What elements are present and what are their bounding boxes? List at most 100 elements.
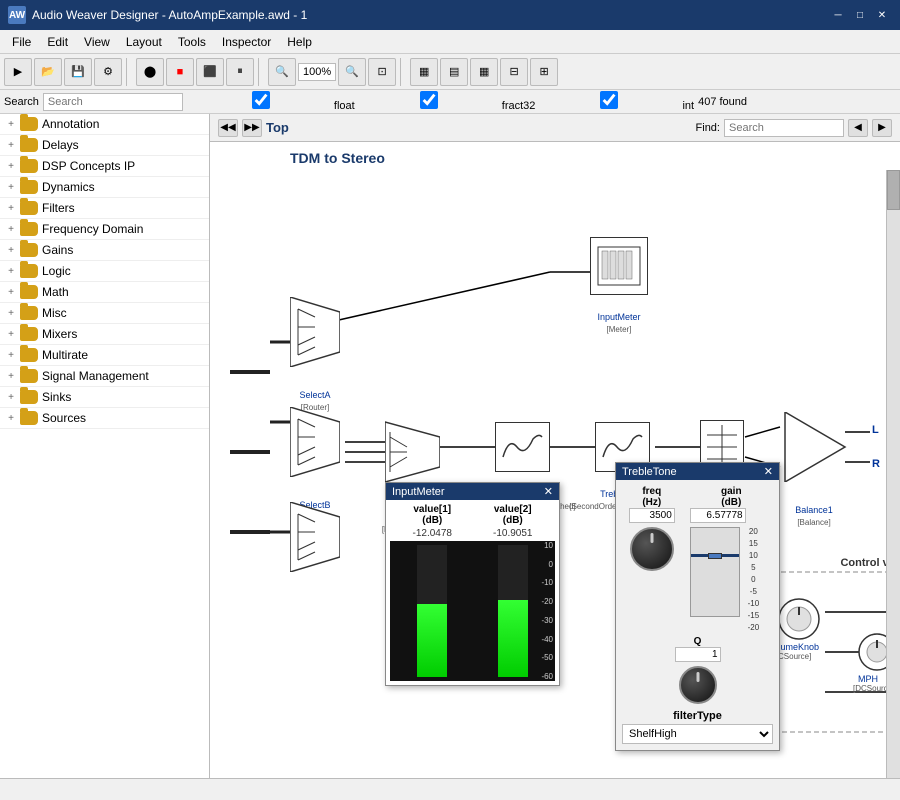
layout3-button[interactable]: ▦ xyxy=(470,58,498,86)
minimize-button[interactable]: ─ xyxy=(828,6,848,24)
stop-button[interactable]: ■ xyxy=(166,58,194,86)
expand-icon: + xyxy=(4,348,18,362)
item-label: Logic xyxy=(42,264,71,278)
inputmeter-block[interactable]: InputMeter [Meter] xyxy=(590,237,648,295)
int-checkbox-label[interactable]: int xyxy=(539,91,694,112)
nav-back-button[interactable]: ◀◀ xyxy=(218,119,238,137)
tree-item-filters[interactable]: + Filters xyxy=(0,198,209,219)
menu-inspector[interactable]: Inspector xyxy=(214,33,279,51)
tt-freq-knob[interactable] xyxy=(630,527,674,571)
zoom-in-button[interactable]: 🔍 xyxy=(268,58,296,86)
tt-freq-input[interactable] xyxy=(629,508,675,523)
layout2-button[interactable]: ▤ xyxy=(440,58,468,86)
selecta-block[interactable]: SelectA [Router] xyxy=(290,297,340,372)
right-panel: ◀◀ ▶▶ Top Find: ◀ ▶ TDM to Stereo xyxy=(210,114,900,778)
tree-item-sources[interactable]: + Sources xyxy=(0,408,209,429)
tree-item-freq-domain[interactable]: + Frequency Domain xyxy=(0,219,209,240)
tree-item-multirate[interactable]: + Multirate xyxy=(0,345,209,366)
find-prev-button[interactable]: ◀ xyxy=(848,119,868,137)
tree-item-signal-mgmt[interactable]: + Signal Management xyxy=(0,366,209,387)
find-next-button[interactable]: ▶ xyxy=(872,119,892,137)
tree-item-logic[interactable]: + Logic xyxy=(0,261,209,282)
int-checkbox[interactable] xyxy=(539,91,679,109)
tt-gain-visual: 20 15 10 5 0 -5 -10 -15 -20 xyxy=(690,527,773,632)
connect-button[interactable]: ⬤ xyxy=(136,58,164,86)
zoom-fit-button[interactable]: ⊡ xyxy=(368,58,396,86)
build-button[interactable]: ⚙ xyxy=(94,58,122,86)
item-label: Sinks xyxy=(42,390,71,404)
inputselect-block[interactable]: InputSelect [MultiplexorFade] xyxy=(385,417,440,492)
folder-icon xyxy=(20,159,38,173)
expand-icon: + xyxy=(4,222,18,236)
pause-button[interactable]: ⏸ xyxy=(226,58,254,86)
balance1-block[interactable]: Balance1 [Balance] xyxy=(780,412,848,487)
fract32-checkbox[interactable] xyxy=(359,91,499,109)
inputmeter-window[interactable]: InputMeter ✕ value[1](dB) value[2](dB) -… xyxy=(385,482,560,686)
layout5-button[interactable]: ⊞ xyxy=(530,58,558,86)
selectb-block[interactable]: SelectB [Router] xyxy=(290,407,340,482)
layout-button[interactable]: ▦ xyxy=(410,58,438,86)
folder-icon xyxy=(20,411,38,425)
tree-item-mixers[interactable]: + Mixers xyxy=(0,324,209,345)
volume-knob[interactable] xyxy=(777,597,821,641)
close-button[interactable]: ✕ xyxy=(872,6,892,24)
nav-forward-button[interactable]: ▶▶ xyxy=(242,119,262,137)
tree-item-delays[interactable]: + Delays xyxy=(0,135,209,156)
canvas[interactable]: TDM to Stereo xyxy=(210,142,900,778)
find-input[interactable] xyxy=(724,119,844,137)
expand-icon: + xyxy=(4,390,18,404)
menu-tools[interactable]: Tools xyxy=(170,33,214,51)
item-label: Multirate xyxy=(42,348,88,362)
folder-icon xyxy=(20,306,38,320)
basstone-block[interactable]: BassTone [SecondOrderFilterSmoothed] xyxy=(495,422,550,472)
tt-q-knob[interactable] xyxy=(679,666,717,704)
scale-10: 10 xyxy=(531,541,553,550)
save-button[interactable]: 💾 xyxy=(64,58,92,86)
search-input[interactable] xyxy=(43,93,183,111)
tt-q-input[interactable] xyxy=(675,647,721,662)
selectc-block[interactable] xyxy=(290,502,340,577)
tree-item-dynamics[interactable]: + Dynamics xyxy=(0,177,209,198)
trebletone-window[interactable]: TrebleTone ✕ freq(Hz) gain(dB) xyxy=(615,462,780,751)
gs-5: 5 xyxy=(748,563,760,572)
scale-minus10: -10 xyxy=(531,578,553,587)
tree-item-dsp[interactable]: + DSP Concepts IP xyxy=(0,156,209,177)
float-checkbox-label[interactable]: float xyxy=(191,91,355,112)
title-text: Audio Weaver Designer - AutoAmpExample.a… xyxy=(32,8,828,22)
open-button[interactable]: 📂 xyxy=(34,58,62,86)
tree-item-sinks[interactable]: + Sinks xyxy=(0,387,209,408)
play-button[interactable]: ▶ xyxy=(4,58,32,86)
record-button[interactable]: ⬛ xyxy=(196,58,224,86)
inputmeter-block-sublabel: [Meter] xyxy=(607,325,632,334)
trebletone-window-title: TrebleTone xyxy=(622,466,677,478)
menu-edit[interactable]: Edit xyxy=(39,33,76,51)
fract32-checkbox-label[interactable]: fract32 xyxy=(359,91,536,112)
menu-file[interactable]: File xyxy=(4,33,39,51)
scale-minus50: -50 xyxy=(531,653,553,662)
tree-item-misc[interactable]: + Misc xyxy=(0,303,209,324)
canvas-topbar: ◀◀ ▶▶ Top Find: ◀ ▶ xyxy=(210,114,900,142)
zoom-out-button[interactable]: 🔍 xyxy=(338,58,366,86)
tree-item-math[interactable]: + Math xyxy=(0,282,209,303)
menu-layout[interactable]: Layout xyxy=(118,33,170,51)
inputmeter-close-button[interactable]: ✕ xyxy=(544,485,553,498)
canvas-scrollbar[interactable] xyxy=(886,170,900,778)
tt-q-label: Q xyxy=(622,636,773,647)
maximize-button[interactable]: □ xyxy=(850,6,870,24)
tree-item-gains[interactable]: + Gains xyxy=(0,240,209,261)
tt-gain-thumb[interactable] xyxy=(708,553,722,559)
expand-icon: + xyxy=(4,201,18,215)
menu-help[interactable]: Help xyxy=(279,33,320,51)
tt-gain-input[interactable] xyxy=(690,508,746,523)
float-checkbox[interactable] xyxy=(191,91,331,109)
tt-filtertype-select[interactable]: ShelfHigh ShelfLow Peaking LowPass HighP… xyxy=(622,724,773,744)
tree-item-annotation[interactable]: + Annotation xyxy=(0,114,209,135)
inputmeter-window-title: InputMeter xyxy=(392,486,445,498)
layout4-button[interactable]: ⊟ xyxy=(500,58,528,86)
menu-view[interactable]: View xyxy=(76,33,118,51)
tt-gain-slider-area[interactable] xyxy=(690,527,740,617)
find-label: Find: xyxy=(696,122,720,134)
trebletone-close-button[interactable]: ✕ xyxy=(764,465,773,478)
item-label: Delays xyxy=(42,138,79,152)
scrollbar-thumb[interactable] xyxy=(887,170,900,210)
